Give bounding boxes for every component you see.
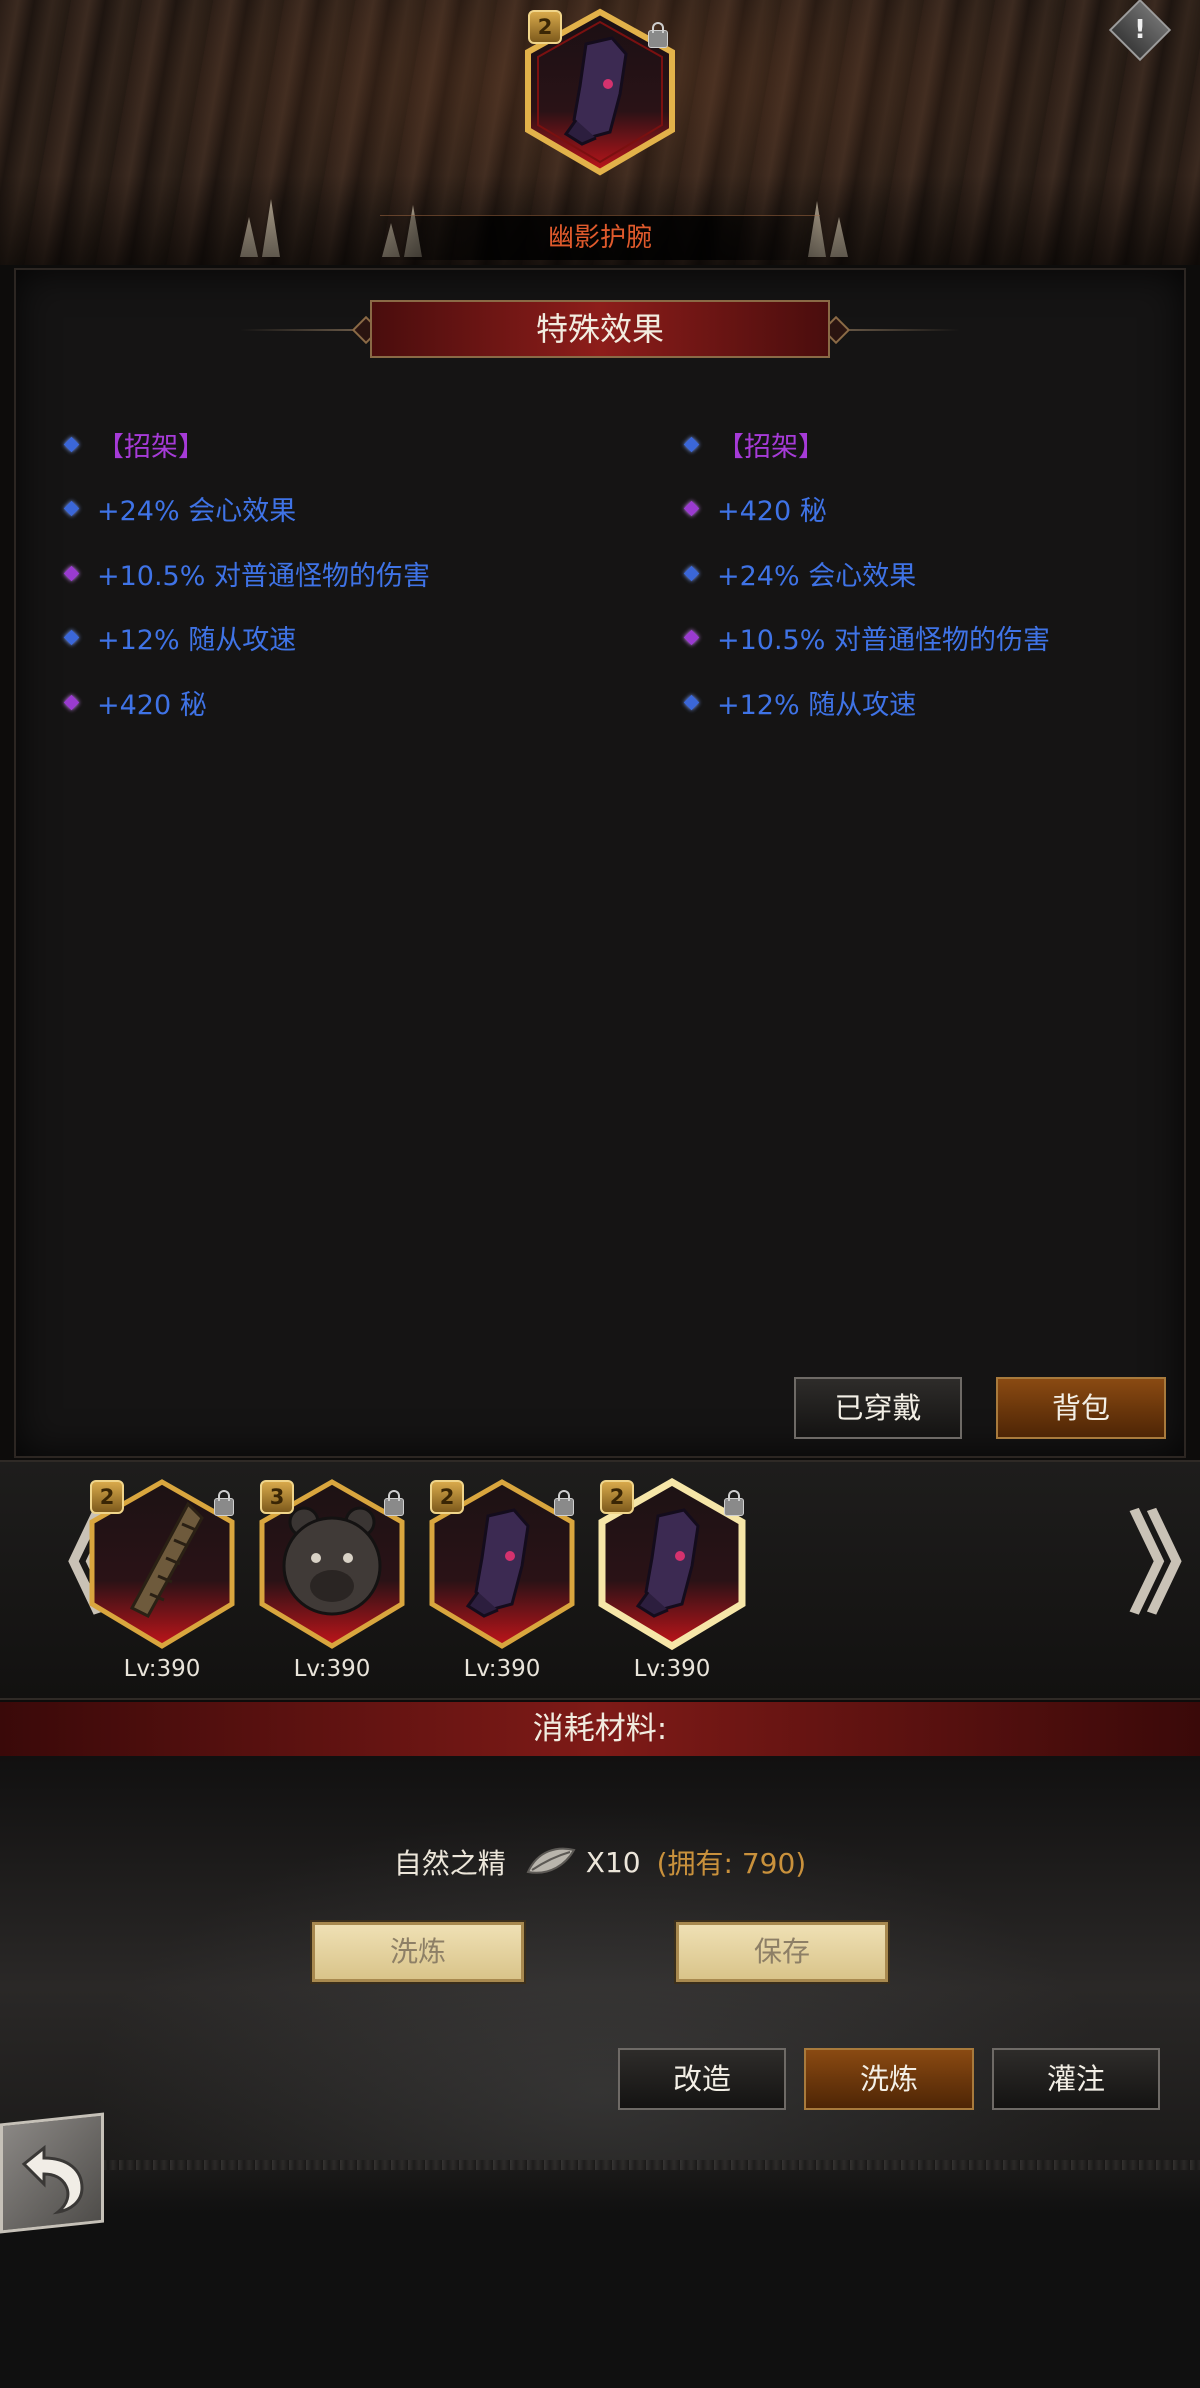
gem-icon [63, 629, 80, 646]
carousel-item-selected[interactable]: 2 [594, 1474, 750, 1654]
effect-text: +10.5% 对普通怪物的伤害 [717, 625, 1050, 657]
gem-icon [683, 500, 700, 517]
carousel-item[interactable]: 3 [254, 1474, 410, 1654]
item-level-label: Lv:390 [463, 1656, 541, 1682]
effect-text: +420 秘 [717, 496, 827, 528]
effect-row: 【招架】 [680, 412, 1200, 477]
gem-icon [63, 436, 80, 453]
effect-row: +24% 会心效果 [680, 541, 1200, 606]
backpack-tab-button[interactable]: 背包 [996, 1377, 1166, 1439]
gem-icon [683, 436, 700, 453]
crystal-decoration [240, 217, 258, 257]
effect-text: 【招架】 [97, 431, 205, 463]
bear-head-icon [282, 1506, 382, 1616]
carousel-item[interactable]: 2 [424, 1474, 580, 1654]
lock-icon [724, 1490, 744, 1516]
effect-row: +420 秘 [680, 477, 1200, 542]
materials-title: 消耗材料: [532, 1711, 668, 1747]
new-effects-list: 【招架】 +420 秘 +24% 会心效果 +10.5% 对普通怪物的伤害 +1… [680, 412, 1200, 735]
material-owned: (拥有: 790) [656, 1847, 807, 1880]
gem-icon [63, 694, 80, 711]
leaf-essence-icon [526, 1847, 576, 1874]
save-button[interactable]: 保存 [676, 1922, 888, 1982]
lock-icon [648, 22, 668, 48]
refine-tab-button[interactable]: 洗炼 [804, 2048, 974, 2110]
item-grade-badge: 2 [90, 1480, 124, 1514]
effect-text: +12% 随从攻速 [97, 625, 297, 657]
effect-text: +12% 随从攻速 [717, 689, 917, 721]
carousel-next-arrow[interactable]: 》 [1128, 1510, 1200, 1620]
effect-row: +12% 随从攻速 [680, 670, 1200, 735]
section-title: 特殊效果 [535, 310, 664, 348]
gem-icon [683, 565, 700, 582]
effect-row: +10.5% 对普通怪物的伤害 [60, 541, 580, 606]
infuse-tab-button[interactable]: 灌注 [992, 2048, 1160, 2110]
back-arrow-icon [21, 2144, 84, 2215]
gem-icon [683, 694, 700, 711]
effect-text: +420 秘 [97, 689, 207, 721]
materials-area [0, 1756, 1200, 2176]
lock-icon [554, 1490, 574, 1516]
crystal-decoration [830, 217, 848, 257]
item-level-badge: 2 [528, 10, 562, 44]
reforge-tab-button[interactable]: 改造 [618, 2048, 786, 2110]
gem-icon [63, 565, 80, 582]
refine-action-button[interactable]: 洗炼 [312, 1922, 524, 1982]
effect-row: +12% 随从攻速 [60, 606, 580, 671]
material-name: 自然之精 [393, 1847, 506, 1880]
material-cost-line: 自然之精 X10 (拥有: 790) [300, 1842, 900, 1882]
selected-item-frame: 2 [518, 4, 682, 180]
effect-text: +24% 会心效果 [717, 560, 917, 592]
equipped-tab-button[interactable]: 已穿戴 [794, 1377, 962, 1439]
effect-row: 【招架】 [60, 412, 580, 477]
effect-text: +10.5% 对普通怪物的伤害 [97, 560, 430, 592]
item-grade-badge: 3 [260, 1480, 294, 1514]
effect-row: +10.5% 对普通怪物的伤害 [680, 606, 1200, 671]
item-level-label: Lv:390 [293, 1656, 371, 1682]
item-level-label: Lv:390 [633, 1656, 711, 1682]
title-divider-right [840, 329, 960, 331]
gem-icon [683, 629, 700, 646]
current-effects-list: 【招架】 +24% 会心效果 +10.5% 对普通怪物的伤害 +12% 随从攻速… [60, 412, 580, 735]
effect-text: +24% 会心效果 [97, 496, 297, 528]
effect-row: +24% 会心效果 [60, 477, 580, 542]
title-divider-left [240, 329, 360, 331]
material-quantity: X10 [585, 1845, 641, 1879]
item-level-label: Lv:390 [123, 1656, 201, 1682]
lock-icon [214, 1490, 234, 1516]
crystal-decoration [262, 199, 280, 257]
item-grade-badge: 2 [600, 1480, 634, 1514]
effect-row: +420 秘 [60, 670, 580, 735]
effect-text: 【招架】 [717, 431, 825, 463]
item-grade-badge: 2 [430, 1480, 464, 1514]
carousel-item[interactable]: 2 [84, 1474, 240, 1654]
exclamation-icon: ! [1134, 15, 1146, 45]
carousel-prev-arrow[interactable]: 《 [12, 1510, 122, 1620]
gem-icon [63, 500, 80, 517]
lock-icon [384, 1490, 404, 1516]
bottom-area [0, 2170, 1200, 2388]
item-name: 幽影护腕 [547, 223, 652, 253]
